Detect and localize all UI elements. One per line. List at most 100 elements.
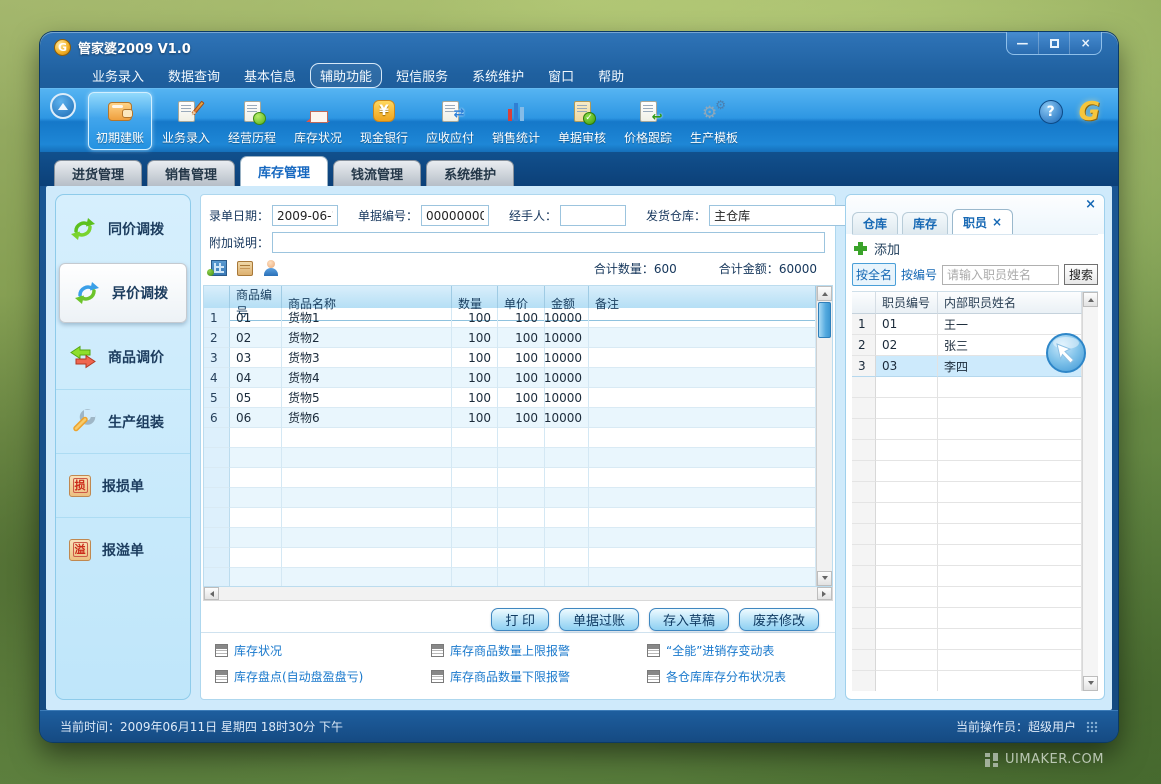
scroll-right-button[interactable]	[817, 587, 832, 600]
employee-row[interactable]	[852, 524, 1082, 545]
employee-row[interactable]	[852, 398, 1082, 419]
quick-link[interactable]: 库存商品数量下限报警	[431, 668, 647, 685]
sidebar-item-loss-report[interactable]: 损 报损单	[56, 453, 190, 517]
note-input[interactable]	[272, 232, 825, 253]
items-table-row[interactable]	[204, 448, 816, 468]
filter-by-fullname[interactable]: 按全名	[852, 263, 896, 286]
search-button[interactable]: 搜索	[1064, 264, 1098, 285]
quick-link[interactable]: 库存商品数量上限报警	[431, 642, 647, 659]
main-tab[interactable]: 库存管理	[240, 156, 328, 186]
items-table-row[interactable]	[204, 528, 816, 548]
items-horizontal-scrollbar[interactable]	[203, 587, 833, 601]
employee-row[interactable]	[852, 566, 1082, 587]
items-table-row[interactable]: 2 02 货物2 100 100 10000	[204, 328, 816, 348]
add-label[interactable]: 添加	[874, 239, 900, 258]
items-table-row[interactable]: 4 04 货物4 100 100 10000	[204, 368, 816, 388]
employee-row[interactable]	[852, 650, 1082, 671]
items-table-row[interactable]	[204, 568, 816, 586]
panel-close-icon[interactable]: ×	[1085, 198, 1096, 211]
items-table-row[interactable]: 1 01 货物1 100 100 10000	[204, 308, 816, 328]
filter-by-code[interactable]: 按编号	[901, 266, 937, 283]
items-table-row[interactable]	[204, 468, 816, 488]
toolbar-button-doc-audit[interactable]: ✓ 单据审核	[550, 92, 614, 150]
lookup-tab[interactable]: 职员×	[952, 209, 1013, 234]
maximize-button[interactable]	[1039, 32, 1071, 54]
menu-item[interactable]: 业务录入	[82, 63, 154, 88]
employee-row[interactable]	[852, 377, 1082, 398]
post-document-button[interactable]: 单据过账	[559, 608, 639, 631]
lookup-tab[interactable]: 库存×	[902, 212, 948, 234]
menu-item[interactable]: 基本信息	[234, 63, 306, 88]
print-button[interactable]: 打 印	[491, 608, 549, 631]
menu-item[interactable]: 帮助	[588, 63, 634, 88]
menu-item[interactable]: 系统维护	[462, 63, 534, 88]
goods-picker-icon[interactable]	[237, 261, 253, 276]
items-table-row[interactable]	[204, 428, 816, 448]
employee-row[interactable]	[852, 629, 1082, 650]
main-tab[interactable]: 钱流管理	[333, 160, 421, 186]
toolbar-button-production-template[interactable]: ⚙⚙ 生产模板	[682, 92, 746, 150]
doc-no-input[interactable]	[421, 205, 489, 226]
employee-picker-icon[interactable]	[263, 260, 279, 276]
items-table-row[interactable]	[204, 488, 816, 508]
toolbar-button-sales-stats[interactable]: 销售统计	[484, 92, 548, 150]
sidebar-item-assembly[interactable]: 生产组装	[56, 389, 190, 453]
main-tab[interactable]: 销售管理	[147, 160, 235, 186]
menu-item[interactable]: 窗口	[538, 63, 584, 88]
employee-row[interactable]	[852, 608, 1082, 629]
scrollbar-thumb[interactable]	[818, 302, 831, 338]
items-vertical-scrollbar[interactable]	[816, 286, 832, 586]
resize-grip[interactable]	[1086, 721, 1098, 733]
employee-search-input[interactable]	[942, 265, 1059, 285]
scroll-up-button[interactable]	[817, 286, 832, 301]
date-input[interactable]	[272, 205, 338, 226]
quick-link[interactable]: 库存盘点(自动盘盈盘亏)	[215, 668, 431, 685]
menu-item[interactable]: 辅助功能	[310, 63, 382, 88]
help-icon[interactable]: ?	[1039, 100, 1063, 124]
discard-changes-button[interactable]: 废弃修改	[739, 608, 819, 631]
employee-row[interactable]	[852, 587, 1082, 608]
scroll-down-button[interactable]	[817, 571, 832, 586]
handler-input[interactable]	[560, 205, 626, 226]
scroll-up-button[interactable]	[1083, 292, 1098, 307]
close-button[interactable]: ×	[1070, 32, 1101, 54]
employee-row[interactable]	[852, 461, 1082, 482]
sidebar-item-diff-price-transfer[interactable]: 异价调拨	[59, 263, 187, 323]
toolbar-button-payables-receivables[interactable]: ⇄ 应收应付	[418, 92, 482, 150]
quick-link[interactable]: 库存状况	[215, 642, 431, 659]
minimize-button[interactable]: —	[1007, 32, 1039, 54]
main-tab[interactable]: 进货管理	[54, 160, 142, 186]
items-table-row[interactable]	[204, 548, 816, 568]
save-draft-button[interactable]: 存入草稿	[649, 608, 729, 631]
employee-row[interactable]	[852, 503, 1082, 524]
warehouse-picker-icon[interactable]	[211, 260, 227, 276]
employee-row[interactable]	[852, 545, 1082, 566]
toolbar-button-inventory-status[interactable]: 库存状况	[286, 92, 350, 150]
add-plus-icon[interactable]	[854, 242, 867, 255]
employee-row[interactable]	[852, 440, 1082, 461]
items-table-row[interactable]	[204, 508, 816, 528]
tab-close-icon[interactable]: ×	[992, 215, 1002, 229]
toolbar-button-price-tracking[interactable]: ↩ 价格跟踪	[616, 92, 680, 150]
sidebar-item-price-adjust[interactable]: 商品调价	[56, 325, 190, 389]
toolbar-button-initial-setup[interactable]: 初期建账	[88, 92, 152, 150]
employee-row[interactable]	[852, 671, 1082, 691]
lookup-tab[interactable]: 仓库×	[852, 212, 898, 234]
toolbar-button-history[interactable]: 经营历程	[220, 92, 284, 150]
sidebar-item-overflow-report[interactable]: 溢 报溢单	[56, 517, 190, 581]
quick-link[interactable]: 各仓库库存分布状况表	[647, 668, 835, 685]
employee-row[interactable]	[852, 482, 1082, 503]
menu-item[interactable]: 数据查询	[158, 63, 230, 88]
main-tab[interactable]: 系统维护	[426, 160, 514, 186]
sidebar-item-same-price-transfer[interactable]: 同价调拨	[56, 197, 190, 261]
items-table-row[interactable]: 3 03 货物3 100 100 10000	[204, 348, 816, 368]
items-table-row[interactable]: 5 05 货物5 100 100 10000	[204, 388, 816, 408]
items-table-row[interactable]: 6 06 货物6 100 100 10000	[204, 408, 816, 428]
employee-row[interactable]	[852, 419, 1082, 440]
quick-link[interactable]: “全能”进销存变动表	[647, 642, 835, 659]
warehouse-input[interactable]	[709, 205, 856, 226]
scroll-left-button[interactable]	[204, 587, 219, 600]
toolbar-button-cash-bank[interactable]: ¥ 现金银行	[352, 92, 416, 150]
toolbar-button-business-entry[interactable]: 业务录入	[154, 92, 218, 150]
scroll-down-button[interactable]	[1083, 676, 1098, 691]
